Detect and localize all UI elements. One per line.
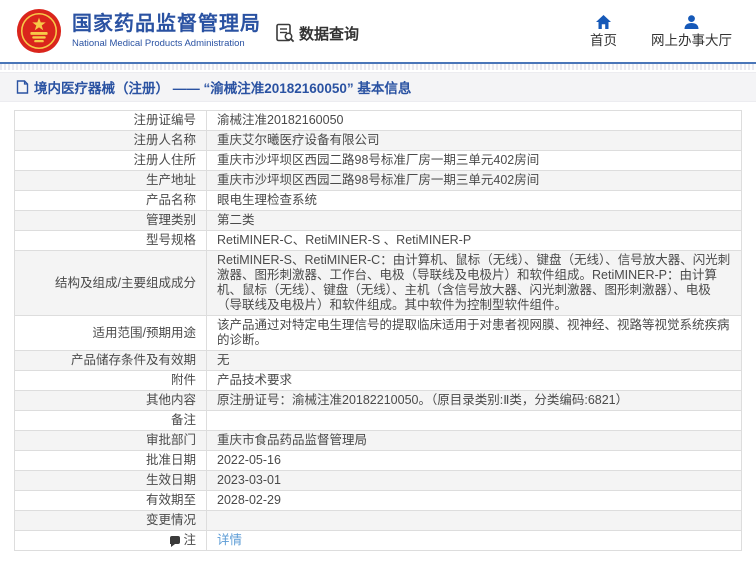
row-value: 2022-05-16 (207, 451, 742, 471)
table-row: 其他内容原注册证号：渝械注准20182210050。（原目录类别:Ⅱ类，分类编码… (15, 391, 742, 411)
row-label: 生效日期 (15, 471, 207, 491)
row-value: 重庆市食品药品监督管理局 (207, 431, 742, 451)
table-row: 批准日期2022-05-16 (15, 451, 742, 471)
table-row: 注详情 (15, 531, 742, 551)
row-value: RetiMINER-S、RetiMINER-C：由计算机、鼠标（无线）、键盘（无… (207, 251, 742, 316)
row-label: 变更情况 (15, 511, 207, 531)
registration-info-section: 注册证编号渝械注准20182160050注册人名称重庆艾尔曦医疗设备有限公司注册… (0, 102, 756, 551)
table-row: 变更情况 (15, 511, 742, 531)
row-value: 该产品通过对特定电生理信号的提取临床适用于对患者视网膜、视神经、视路等视觉系统疾… (207, 316, 742, 351)
row-label: 注册人名称 (15, 131, 207, 151)
table-row: 注册人住所重庆市沙坪坝区西园二路98号标准厂房一期三单元402房间 (15, 151, 742, 171)
row-label: 其他内容 (15, 391, 207, 411)
nav-service-hall[interactable]: 网上办事大厅 (651, 14, 732, 49)
table-row: 附件产品技术要求 (15, 371, 742, 391)
nav-home[interactable]: 首页 (590, 14, 617, 49)
table-row: 结构及组成/主要组成成分RetiMINER-S、RetiMINER-C：由计算机… (15, 251, 742, 316)
note-balloon-icon (170, 536, 180, 544)
row-label: 型号规格 (15, 231, 207, 251)
table-row: 生产地址重庆市沙坪坝区西园二路98号标准厂房一期三单元402房间 (15, 171, 742, 191)
row-label: 注 (15, 531, 207, 551)
table-row: 产品储存条件及有效期无 (15, 351, 742, 371)
person-icon (683, 14, 700, 30)
data-query[interactable]: 数据查询 (275, 23, 359, 44)
row-value: 原注册证号：渝械注准20182210050。（原目录类别:Ⅱ类，分类编码:682… (207, 391, 742, 411)
row-label: 管理类别 (15, 211, 207, 231)
row-label: 备注 (15, 411, 207, 431)
row-value: 2023-03-01 (207, 471, 742, 491)
breadcrumb: 境内医疗器械（注册） —— “渝械注准20182160050” 基本信息 (0, 72, 756, 102)
row-value: 第二类 (207, 211, 742, 231)
info-table: 注册证编号渝械注准20182160050注册人名称重庆艾尔曦医疗设备有限公司注册… (14, 110, 742, 551)
table-row: 注册人名称重庆艾尔曦医疗设备有限公司 (15, 131, 742, 151)
breadcrumb-text: 境内医疗器械（注册） —— “渝械注准20182160050” 基本信息 (34, 77, 411, 97)
row-label: 注册证编号 (15, 111, 207, 131)
row-value: 重庆艾尔曦医疗设备有限公司 (207, 131, 742, 151)
data-query-label: 数据查询 (299, 23, 359, 44)
row-label: 附件 (15, 371, 207, 391)
table-row: 生效日期2023-03-01 (15, 471, 742, 491)
row-value: RetiMINER-C、RetiMINER-S 、RetiMINER-P (207, 231, 742, 251)
table-row: 管理类别第二类 (15, 211, 742, 231)
row-label: 产品储存条件及有效期 (15, 351, 207, 371)
table-row: 型号规格RetiMINER-C、RetiMINER-S 、RetiMINER-P (15, 231, 742, 251)
table-row: 备注 (15, 411, 742, 431)
row-label: 审批部门 (15, 431, 207, 451)
org-name-en: National Medical Products Administration (72, 38, 261, 50)
row-label: 注册人住所 (15, 151, 207, 171)
row-value: 重庆市沙坪坝区西园二路98号标准厂房一期三单元402房间 (207, 171, 742, 191)
row-label: 产品名称 (15, 191, 207, 211)
row-value: 详情 (207, 531, 742, 551)
row-label: 生产地址 (15, 171, 207, 191)
org-title-block: 国家药品监督管理局 National Medical Products Admi… (72, 12, 261, 50)
row-value: 渝械注准20182160050 (207, 111, 742, 131)
nmpa-logo-icon (16, 8, 62, 54)
dotted-strip (0, 64, 756, 70)
row-label: 适用范围/预期用途 (15, 316, 207, 351)
row-value: 重庆市沙坪坝区西园二路98号标准厂房一期三单元402房间 (207, 151, 742, 171)
table-row: 注册证编号渝械注准20182160050 (15, 111, 742, 131)
row-value: 2028-02-29 (207, 491, 742, 511)
home-icon (595, 14, 612, 30)
detail-link[interactable]: 详情 (217, 533, 242, 547)
table-row: 有效期至2028-02-29 (15, 491, 742, 511)
nav-home-label: 首页 (590, 33, 617, 49)
org-name-cn: 国家药品监督管理局 (72, 12, 261, 36)
site-header: 国家药品监督管理局 National Medical Products Admi… (0, 0, 756, 62)
row-value: 无 (207, 351, 742, 371)
top-nav: 首页 网上办事大厅 (590, 14, 732, 49)
row-label: 有效期至 (15, 491, 207, 511)
row-value (207, 411, 742, 431)
row-label: 批准日期 (15, 451, 207, 471)
row-value (207, 511, 742, 531)
doc-search-icon (275, 23, 295, 43)
row-value: 眼电生理检查系统 (207, 191, 742, 211)
table-row: 适用范围/预期用途该产品通过对特定电生理信号的提取临床适用于对患者视网膜、视神经… (15, 316, 742, 351)
table-row: 审批部门重庆市食品药品监督管理局 (15, 431, 742, 451)
table-row: 产品名称眼电生理检查系统 (15, 191, 742, 211)
nav-service-hall-label: 网上办事大厅 (651, 33, 732, 49)
page-icon (16, 80, 29, 94)
row-label: 结构及组成/主要组成成分 (15, 251, 207, 316)
row-value: 产品技术要求 (207, 371, 742, 391)
